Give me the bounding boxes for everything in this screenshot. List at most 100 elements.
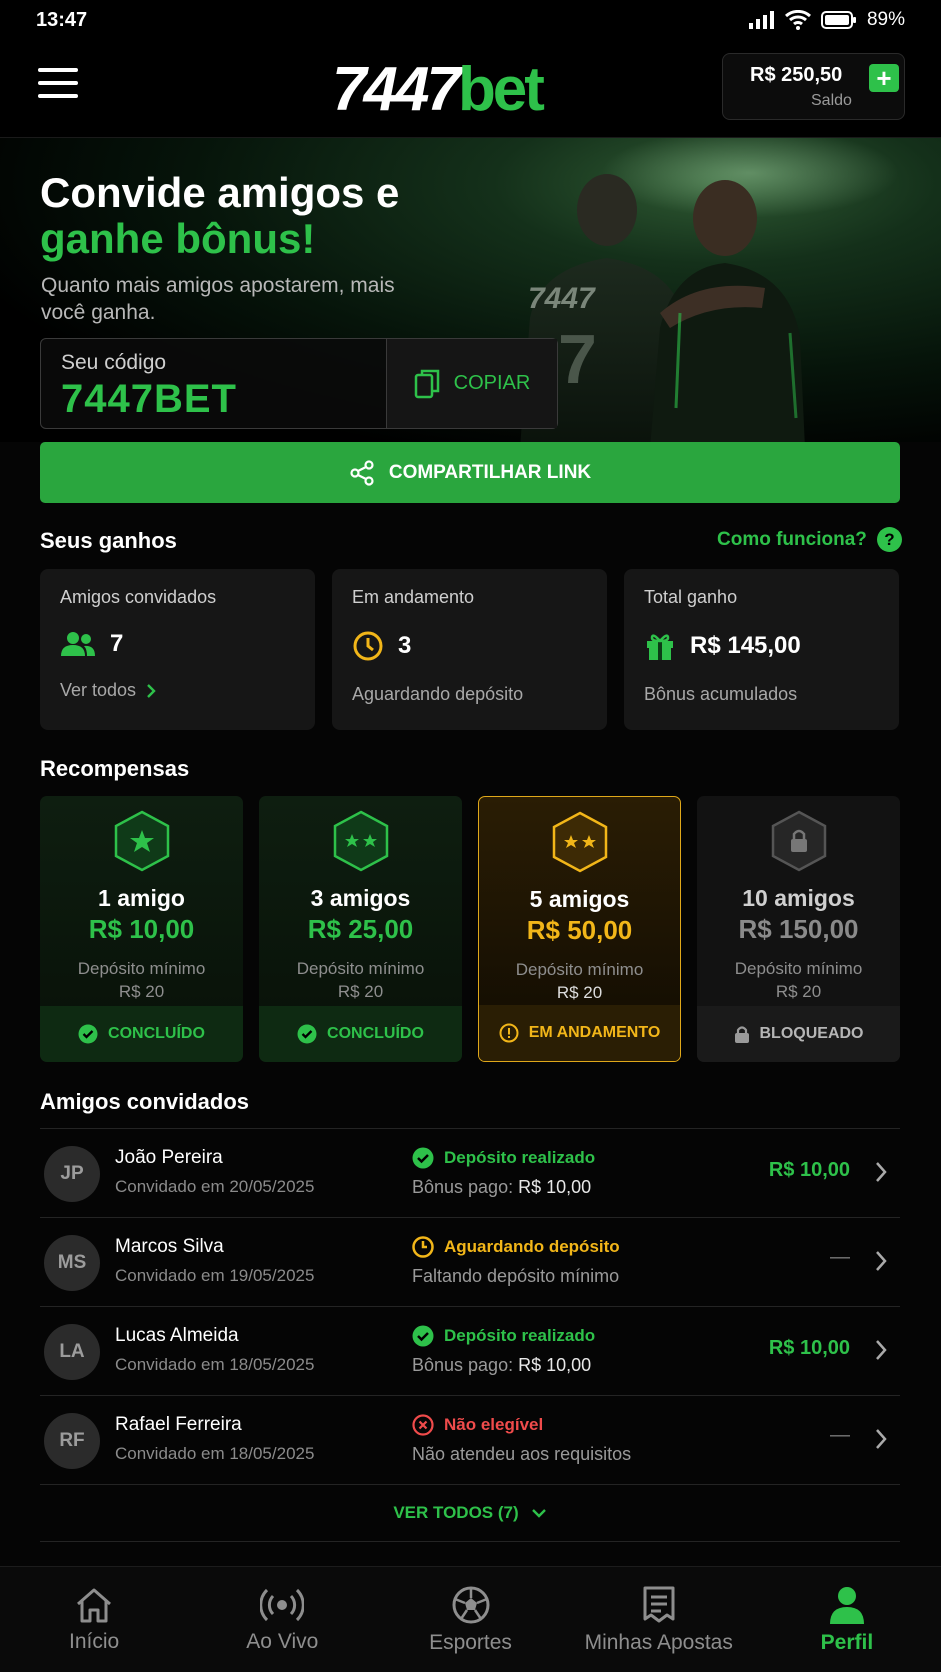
hero-title-line1: Convide amigos e — [40, 169, 400, 216]
friend-status: Aguardando depósito — [412, 1236, 620, 1258]
star-badge-icon — [114, 810, 169, 872]
friend-status-detail: Não atendeu aos requisitos — [412, 1444, 632, 1464]
friend-row[interactable]: MS Marcos Silva Convidado em 19/05/2025 … — [40, 1217, 900, 1306]
rewards-title: Recompensas — [40, 756, 190, 781]
code-label: Seu código — [61, 351, 167, 374]
live-icon — [260, 1588, 305, 1621]
copy-label: COPIAR — [453, 372, 531, 394]
bet-slip-icon — [643, 1586, 675, 1622]
see-all-friends-button[interactable]: VER TODOS (7) — [40, 1484, 900, 1542]
friend-row[interactable]: RF Rafael Ferreira Convidado em 18/05/20… — [40, 1395, 900, 1484]
bottom-navigation: Início Ao Vivo Esportes Minhas Apostas P… — [0, 1566, 941, 1672]
friend-date: Convidado em 20/05/2025 — [115, 1177, 315, 1196]
users-icon — [61, 632, 95, 656]
lock-badge-icon — [771, 810, 826, 872]
balance-widget[interactable]: R$ 250,50 Saldo + — [722, 53, 905, 120]
see-all-invited-link[interactable]: Ver todos — [60, 680, 295, 701]
detail-prefix: Bônus pago: — [412, 1355, 514, 1375]
friend-bonus-amount: — — [830, 1246, 850, 1268]
friend-date: Convidado em 18/05/2025 — [115, 1355, 315, 1374]
balance-amount: R$ 250,50 — [750, 64, 843, 86]
stat-card-in-progress: Em andamento 3 Aguardando depósito — [332, 569, 607, 730]
battery-percentage: 89% — [866, 9, 905, 30]
status-icons: 89% — [748, 9, 905, 31]
reward-friends: 3 amigos — [310, 885, 411, 911]
chevron-right-icon — [876, 1429, 887, 1449]
reward-status: CONCLUÍDO — [259, 1006, 462, 1062]
stat-title: Amigos convidados — [60, 587, 217, 607]
app-header: 7447bet R$ 250,50 Saldo + — [0, 40, 941, 138]
friends-list: JP João Pereira Convidado em 20/05/2025 … — [40, 1128, 900, 1542]
check-circle-icon — [297, 1024, 317, 1044]
reward-status: CONCLUÍDO — [40, 1006, 243, 1062]
add-funds-button[interactable]: + — [869, 64, 899, 92]
stat-title: Total ganho — [644, 587, 738, 607]
reward-min-label: Depósito mínimo — [296, 959, 425, 978]
jersey-digit: 7 — [558, 320, 597, 398]
share-icon — [350, 459, 374, 486]
stat-card-total: Total ganho R$ 145,00 Bônus acumulados — [624, 569, 899, 730]
reward-tier-1[interactable]: 1 amigo R$ 10,00 Depósito mínimo R$ 20 CO… — [40, 796, 243, 1062]
reward-min: R$ 20 — [775, 982, 822, 1001]
copy-code-button[interactable]: COPIAR — [387, 339, 557, 428]
share-link-button[interactable]: COMPARTILHAR LINK — [40, 442, 900, 503]
reward-status-label: BLOQUEADO — [759, 1025, 864, 1042]
reward-status-label: CONCLUÍDO — [327, 1025, 424, 1042]
reward-min-label: Depósito mínimo — [734, 959, 863, 978]
hero-title: Convide amigos e ganhe bônus! — [40, 170, 399, 262]
avatar: RF — [44, 1413, 100, 1469]
nav-live[interactable]: Ao Vivo — [188, 1567, 376, 1672]
friend-bonus-amount: R$ 10,00 — [768, 1159, 850, 1181]
soccer-ball-icon — [452, 1586, 489, 1623]
detail-prefix: Bônus pago: — [412, 1177, 514, 1197]
reward-value: R$ 50,00 — [526, 915, 633, 945]
how-it-works-link[interactable]: Como funciona? ? — [717, 527, 902, 552]
reward-friends: 1 amigo — [98, 885, 185, 911]
nav-label: Esportes — [429, 1630, 512, 1654]
brand-logo[interactable]: 7447bet — [332, 54, 545, 126]
friend-status-label: Depósito realizado — [444, 1148, 596, 1167]
reward-min-label: Depósito mínimo — [77, 959, 206, 978]
friend-status-detail: Faltando depósito mínimo — [412, 1266, 620, 1286]
friend-date: Convidado em 19/05/2025 — [115, 1266, 315, 1285]
reward-tier-10[interactable]: 10 amigos R$ 150,00 Depósito mínimo R$ 20… — [697, 796, 900, 1062]
friend-name: Marcos Silva — [115, 1236, 224, 1257]
reward-tier-5[interactable]: 5 amigos R$ 50,00 Depósito mínimo R$ 20 E… — [478, 796, 681, 1062]
referral-code[interactable]: Seu código 7447BET — [41, 339, 387, 428]
reward-tier-3[interactable]: 3 amigos R$ 25,00 Depósito mínimo R$ 20 C… — [259, 796, 462, 1062]
friend-status: Depósito realizado — [412, 1325, 595, 1347]
reward-status: BLOQUEADO — [697, 1006, 900, 1062]
clock-icon — [412, 1236, 434, 1258]
nav-my-bets[interactable]: Minhas Apostas — [565, 1567, 753, 1672]
stat-footer: Bônus acumulados — [644, 684, 798, 704]
nav-sports[interactable]: Esportes — [376, 1567, 564, 1672]
wifi-icon — [784, 10, 811, 30]
reward-value: R$ 10,00 — [88, 914, 195, 944]
hamburger-menu-icon[interactable] — [38, 68, 78, 98]
friend-name: Rafael Ferreira — [115, 1414, 242, 1435]
friend-name: João Pereira — [115, 1147, 223, 1168]
nav-profile[interactable]: Perfil — [753, 1567, 941, 1672]
user-icon — [829, 1586, 864, 1624]
how-it-works-label: Como funciona? — [717, 528, 867, 550]
hero-title-line2: ganhe bônus! — [40, 215, 316, 262]
reward-value: R$ 25,00 — [307, 914, 414, 944]
two-stars-badge-icon — [333, 810, 388, 872]
friend-row[interactable]: LA Lucas Almeida Convidado em 18/05/2025… — [40, 1306, 900, 1395]
friend-date: Convidado em 18/05/2025 — [115, 1444, 315, 1463]
gift-icon — [647, 634, 673, 660]
check-circle-icon — [412, 1325, 434, 1347]
detail-value: R$ 10,00 — [518, 1355, 592, 1375]
lock-icon — [734, 1025, 749, 1043]
referral-code-box: Seu código 7447BET COPIAR — [40, 338, 558, 429]
friend-status-label: Depósito realizado — [444, 1326, 596, 1345]
reward-friends: 5 amigos — [529, 886, 630, 912]
stat-value: 3 — [398, 632, 412, 659]
hero-subtitle: Quanto mais amigos apostarem, mais você … — [41, 274, 395, 324]
friend-row[interactable]: JP João Pereira Convidado em 20/05/2025 … — [40, 1128, 900, 1217]
nav-home[interactable]: Início — [0, 1567, 188, 1672]
battery-icon — [820, 11, 856, 29]
signal-icon — [748, 11, 774, 29]
avatar: LA — [44, 1324, 100, 1380]
avatar: JP — [44, 1146, 100, 1202]
